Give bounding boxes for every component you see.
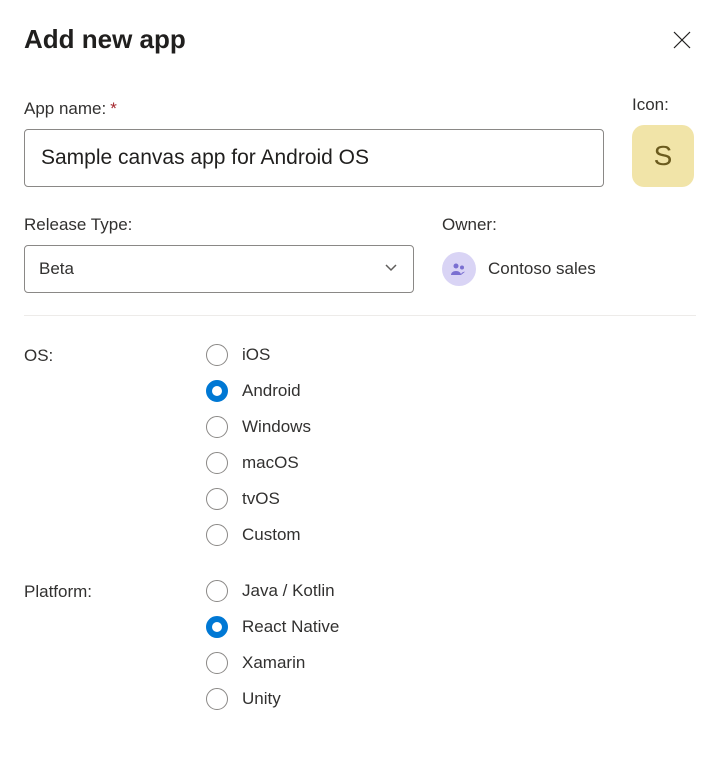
app-icon-letter: S <box>654 140 673 172</box>
dialog-title: Add new app <box>24 24 186 55</box>
platform-option-java-kotlin[interactable]: Java / Kotlin <box>206 580 339 602</box>
radio-label: Java / Kotlin <box>242 581 335 601</box>
field-app-name: App name:* <box>24 99 604 187</box>
radio-indicator <box>206 488 228 510</box>
radio-indicator <box>206 344 228 366</box>
chevron-down-icon <box>383 259 399 280</box>
os-option-windows[interactable]: Windows <box>206 416 311 438</box>
owner-display: Contoso sales <box>442 245 696 293</box>
radio-label: Unity <box>242 689 281 709</box>
people-icon <box>449 259 469 279</box>
radio-label: React Native <box>242 617 339 637</box>
radio-indicator <box>206 688 228 710</box>
os-section: OS: iOS Android Windows macOS tvOS Custom <box>24 344 696 546</box>
app-name-label: App name:* <box>24 99 604 119</box>
platform-label: Platform: <box>24 580 206 710</box>
radio-indicator <box>206 580 228 602</box>
release-type-label: Release Type: <box>24 215 414 235</box>
dialog-header: Add new app <box>24 24 696 55</box>
platform-radio-group: Java / Kotlin React Native Xamarin Unity <box>206 580 339 710</box>
os-option-custom[interactable]: Custom <box>206 524 311 546</box>
os-label: OS: <box>24 344 206 546</box>
os-option-tvos[interactable]: tvOS <box>206 488 311 510</box>
field-owner: Owner: Contoso sales <box>442 215 696 293</box>
app-name-input[interactable] <box>24 129 604 187</box>
icon-label: Icon: <box>632 95 696 115</box>
radio-indicator <box>206 452 228 474</box>
os-option-ios[interactable]: iOS <box>206 344 311 366</box>
platform-option-unity[interactable]: Unity <box>206 688 339 710</box>
radio-indicator <box>206 524 228 546</box>
platform-option-react-native[interactable]: React Native <box>206 616 339 638</box>
radio-label: tvOS <box>242 489 280 509</box>
app-icon-tile[interactable]: S <box>632 125 694 187</box>
release-type-value: Beta <box>39 259 74 279</box>
close-button[interactable] <box>668 26 696 54</box>
owner-avatar <box>442 252 476 286</box>
release-type-select[interactable]: Beta <box>24 245 414 293</box>
radio-label: iOS <box>242 345 270 365</box>
radio-label: Android <box>242 381 301 401</box>
platform-section: Platform: Java / Kotlin React Native Xamar… <box>24 580 696 710</box>
field-icon: Icon: S <box>632 95 696 187</box>
section-divider <box>24 315 696 316</box>
radio-label: Windows <box>242 417 311 437</box>
platform-option-xamarin[interactable]: Xamarin <box>206 652 339 674</box>
radio-indicator <box>206 616 228 638</box>
owner-name: Contoso sales <box>488 259 596 279</box>
radio-label: Custom <box>242 525 301 545</box>
os-radio-group: iOS Android Windows macOS tvOS Custom <box>206 344 311 546</box>
os-option-android[interactable]: Android <box>206 380 311 402</box>
field-release-type: Release Type: Beta <box>24 215 414 293</box>
owner-label: Owner: <box>442 215 696 235</box>
radio-label: Xamarin <box>242 653 305 673</box>
required-indicator: * <box>110 99 117 118</box>
close-icon <box>671 29 693 51</box>
radio-indicator <box>206 416 228 438</box>
os-option-macos[interactable]: macOS <box>206 452 311 474</box>
radio-indicator <box>206 380 228 402</box>
radio-indicator <box>206 652 228 674</box>
radio-label: macOS <box>242 453 299 473</box>
